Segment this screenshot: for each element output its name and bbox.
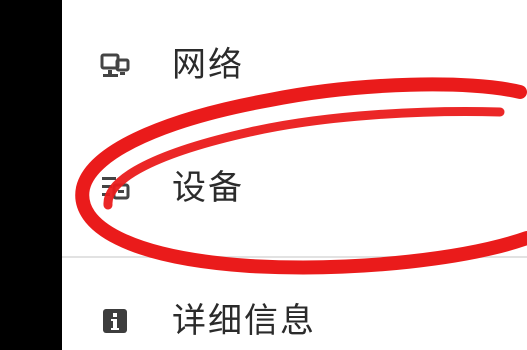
menu-item-network[interactable]: 网络 <box>62 30 527 100</box>
devices-icon <box>98 171 132 205</box>
menu-item-label: 设备 <box>172 168 244 208</box>
network-icon <box>98 48 132 82</box>
menu-divider <box>62 256 527 258</box>
settings-menu: 网络 设备 详细信息 <box>62 0 527 350</box>
menu-item-details[interactable]: 详细信息 <box>62 286 527 350</box>
info-icon <box>98 304 132 338</box>
menu-item-label: 网络 <box>172 45 244 85</box>
screen: 网络 设备 详细信息 <box>0 0 527 350</box>
menu-item-devices[interactable]: 设备 <box>62 153 527 223</box>
menu-item-label: 详细信息 <box>172 301 316 341</box>
left-dark-edge <box>0 0 62 350</box>
